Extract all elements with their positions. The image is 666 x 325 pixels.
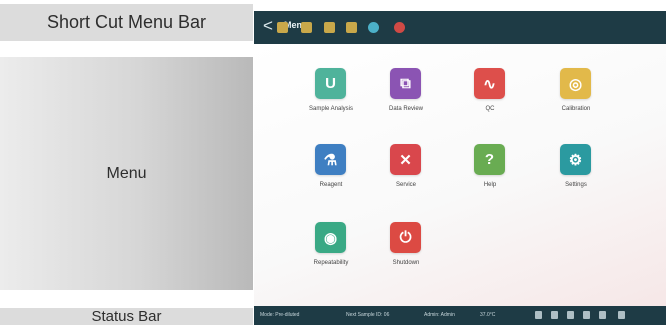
shortcut-menu-bar-label: Short Cut Menu Bar xyxy=(0,4,253,41)
review-shortcut-icon[interactable] xyxy=(301,22,312,33)
menu-grid: U Sample Analysis ⧉ Data Review ∿ QC ◎ Calibrat… xyxy=(254,44,666,306)
alarm-status-icon[interactable] xyxy=(599,311,606,319)
clock-icon xyxy=(618,311,625,319)
menu-item-label: QC xyxy=(485,106,495,112)
gear-icon: ⚙ xyxy=(560,144,591,175)
mode-status: Mode: Pre-diluted xyxy=(260,312,300,318)
device-screen: < Menu U Sample Analysis ⧉ Data Review ∿ QC ◎ C… xyxy=(254,0,666,325)
printer-status-icon[interactable] xyxy=(535,311,542,319)
reagent-shortcut-icon[interactable] xyxy=(368,22,379,33)
data-review-icon: ⧉ xyxy=(390,68,421,99)
status-bar-label: Status Bar xyxy=(0,308,253,325)
network-status-icon[interactable] xyxy=(567,311,574,319)
sample-shortcut-icon[interactable] xyxy=(277,22,288,33)
shutdown-shortcut-icon[interactable] xyxy=(394,22,405,33)
next-sample-status: Next Sample ID: 06 xyxy=(346,312,390,318)
menu-item-label: Help xyxy=(483,182,497,188)
tube-icon: U xyxy=(315,68,346,99)
qc-shortcut-icon[interactable] xyxy=(324,22,335,33)
lis-status-icon[interactable] xyxy=(551,311,558,319)
menu-item-label: Shutdown xyxy=(392,260,420,266)
help-icon: ? xyxy=(474,144,505,175)
menu-item-label: Data Review xyxy=(388,106,423,112)
menu-item-label: Calibration xyxy=(561,106,591,112)
power-icon: ⏻ xyxy=(390,222,421,253)
flask-icon: ⚗ xyxy=(315,144,346,175)
back-icon[interactable]: < xyxy=(263,16,273,36)
qc-icon: ∿ xyxy=(474,68,505,99)
status-bar: Mode: Pre-diluted Next Sample ID: 06 Adm… xyxy=(254,306,666,325)
usb-status-icon[interactable] xyxy=(583,311,590,319)
tools-icon: ✕ xyxy=(390,144,421,175)
menu-label: Menu xyxy=(0,57,253,290)
calibration-icon: ◎ xyxy=(560,68,591,99)
shortcut-menu-bar: < Menu xyxy=(254,11,666,44)
user-status: Admin: Admin xyxy=(424,312,455,318)
temperature-status: 37.0°C xyxy=(480,312,496,318)
menu-item-label: Settings xyxy=(565,182,587,188)
repeatability-icon: ◉ xyxy=(315,222,346,253)
calibration-shortcut-icon[interactable] xyxy=(346,22,357,33)
menu-item-label: Service xyxy=(395,182,416,188)
